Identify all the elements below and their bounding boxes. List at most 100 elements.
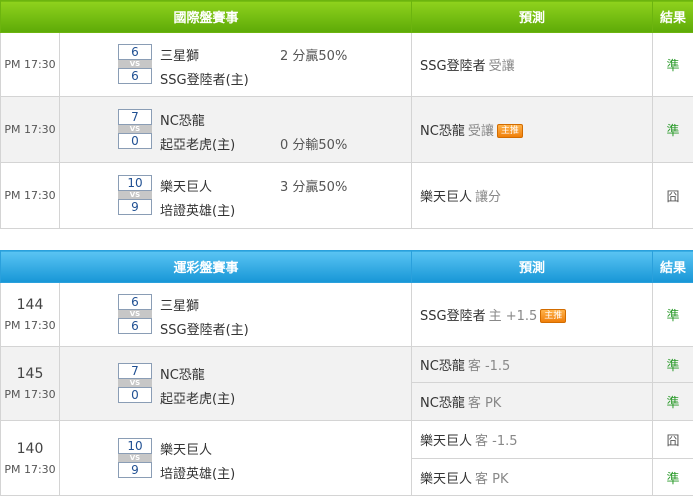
team-b: SSG登陸者(主)	[160, 73, 249, 88]
pick-detail: 受讓	[467, 124, 494, 139]
pick-detail: 受讓	[488, 59, 515, 74]
match-time: PM 17:30	[4, 388, 56, 401]
pick-detail: 客 -1.5	[475, 434, 518, 449]
pick-team: 樂天巨人	[420, 434, 473, 449]
match-time-cell: 145 PM 17:30	[0, 346, 60, 421]
result-cell: 準	[652, 458, 693, 496]
team-b: 培證英雄(主)	[160, 467, 236, 482]
match-number: 140	[16, 440, 44, 457]
vs-label: VS	[118, 379, 152, 387]
score-home: 10	[118, 175, 152, 191]
score-home: 6	[118, 44, 152, 60]
lottery-prediction-header: 預測	[411, 250, 654, 283]
pick-detail: 客 PK	[475, 471, 509, 487]
match-cell: 6 VS 6 三星獅 SSG登陸者(主)	[58, 282, 413, 347]
lottery-table: 運彩盤賽事 預測 結果 144 PM 17:30 6 VS 6 三星獅 SSG登陸者(主) S…	[0, 250, 693, 496]
score-box: 10 VS 9	[118, 438, 152, 478]
match-row: PM 17:30 10 VS 9 樂天巨人 培證英雄(主) 3 分贏50% 樂天巨人 讓分囧	[0, 162, 693, 229]
team-a: 三星獅	[160, 299, 200, 314]
intl-result-header: 結果	[652, 0, 693, 33]
prediction-cell: 樂天巨人客 -1.5	[411, 420, 654, 459]
team-a: NC恐龍	[160, 114, 205, 129]
score-home: 10	[118, 438, 152, 454]
pick-team: 樂天巨人	[420, 190, 473, 205]
match-row: 144 PM 17:30 6 VS 6 三星獅 SSG登陸者(主) SSG登陸者主 +1.5 主…	[0, 282, 693, 347]
pick-detail: 讓分	[475, 190, 502, 205]
prediction-cell: NC恐龍客 PK	[411, 382, 654, 421]
handicap-text: 2 分贏50%	[280, 49, 348, 64]
result-cell: 準	[652, 96, 693, 163]
team-a: NC恐龍	[160, 368, 205, 383]
pick-detail: 客 -1.5	[467, 359, 511, 374]
match-row: PM 17:30 7 VS 0 NC恐龍 起亞老虎(主) 0 分輸50% NC恐龍 受讓 主推準	[0, 96, 693, 163]
lottery-event-header: 運彩盤賽事	[0, 250, 413, 283]
pick-detail: 客 PK	[467, 396, 502, 411]
prediction-cell: 樂天巨人客 PK	[411, 458, 654, 496]
score-home: 7	[118, 363, 152, 379]
match-time: PM 17:30	[0, 96, 60, 163]
match-cell: 7 VS 0 NC恐龍起亞老虎(主)	[58, 346, 413, 421]
match-cell: 10 VS 9 樂天巨人培證英雄(主)	[58, 420, 413, 496]
result-cell: 準	[652, 346, 693, 383]
featured-badge: 主推	[540, 309, 567, 323]
match-number: 145	[16, 366, 44, 382]
team-b: 培證英雄(主)	[160, 204, 236, 219]
vs-label: VS	[118, 310, 152, 318]
result-cell: 準	[652, 32, 693, 97]
score-box: 10 VS 9	[118, 175, 152, 215]
score-box: 6 VS 6	[118, 294, 152, 334]
vs-label: VS	[118, 191, 152, 199]
prediction-cell: 樂天巨人 讓分	[411, 162, 654, 229]
vs-label: VS	[118, 454, 152, 462]
pick-team: SSG登陸者	[420, 309, 486, 324]
pick-team: 樂天巨人	[420, 471, 473, 487]
prediction-cell: SSG登陸者主 +1.5 主推	[411, 282, 654, 347]
pick-detail: 主 +1.5	[488, 309, 538, 324]
team-a: 三星獅	[160, 49, 200, 64]
pick-team: NC恐龍	[420, 124, 465, 139]
intl-table: 國際盤賽事 預測 結果 PM 17:30 6 VS 6 三星獅 SSG登陸者(主) 2 分贏…	[0, 0, 693, 229]
match-time: PM 17:30	[4, 319, 56, 332]
lottery-result-header: 結果	[652, 250, 693, 283]
match-cell: 10 VS 9 樂天巨人培證英雄(主) 3 分贏50%	[58, 162, 413, 229]
handicap-text: 0 分輸50%	[280, 138, 348, 153]
match-time-cell: 140 PM 17:30	[0, 420, 60, 496]
handicap-text: 3 分贏50%	[280, 180, 348, 195]
result-cell: 囧	[652, 162, 693, 229]
team-b: 起亞老虎(主)	[160, 138, 236, 153]
team-a: 樂天巨人	[160, 443, 213, 458]
match-time: PM 17:30	[4, 462, 56, 476]
match-row: PM 17:30 6 VS 6 三星獅 SSG登陸者(主) 2 分贏50% SSG登陸者 受讓準	[0, 32, 693, 97]
pick-team: NC恐龍	[420, 359, 465, 374]
match-time: PM 17:30	[0, 162, 60, 229]
result-cell: 準	[652, 382, 693, 421]
prediction-cell: NC恐龍 受讓 主推	[411, 96, 654, 163]
result-cell: 準	[652, 282, 693, 347]
team-b: 起亞老虎(主)	[160, 392, 236, 407]
team-a: 樂天巨人	[160, 180, 213, 195]
result-cell: 囧	[652, 420, 693, 459]
score-away: 0	[118, 387, 152, 403]
score-home: 7	[118, 109, 152, 125]
score-away: 9	[118, 462, 152, 478]
vs-label: VS	[118, 60, 152, 68]
pick-team: SSG登陸者	[420, 59, 486, 74]
intl-prediction-header: 預測	[411, 0, 654, 33]
match-time-cell: 144 PM 17:30	[0, 282, 60, 347]
featured-badge: 主推	[496, 124, 523, 138]
match-row: 140 PM 17:30 10 VS 9 樂天巨人 培證英雄(主) 樂天巨人客 -1.5 囧	[0, 420, 693, 496]
match-number: 144	[16, 297, 44, 313]
vs-label: VS	[118, 125, 152, 133]
match-cell: 6 VS 6 三星獅 SSG登陸者(主) 2 分贏50%	[58, 32, 413, 97]
pick-team: NC恐龍	[420, 396, 465, 411]
score-away: 6	[118, 68, 152, 84]
intl-event-header: 國際盤賽事	[0, 0, 413, 33]
match-cell: 7 VS 0 NC恐龍 起亞老虎(主) 0 分輸50%	[58, 96, 413, 163]
match-time: PM 17:30	[0, 32, 60, 97]
score-home: 6	[118, 294, 152, 310]
team-b: SSG登陸者(主)	[160, 323, 249, 338]
lottery-header-row: 運彩盤賽事 預測 結果	[0, 250, 693, 283]
match-row: 145 PM 17:30 7 VS 0 NC恐龍 起亞老虎(主) NC恐龍客 -1.5 準	[0, 346, 693, 421]
prediction-cell: SSG登陸者 受讓	[411, 32, 654, 97]
score-box: 6 VS 6	[118, 44, 152, 84]
